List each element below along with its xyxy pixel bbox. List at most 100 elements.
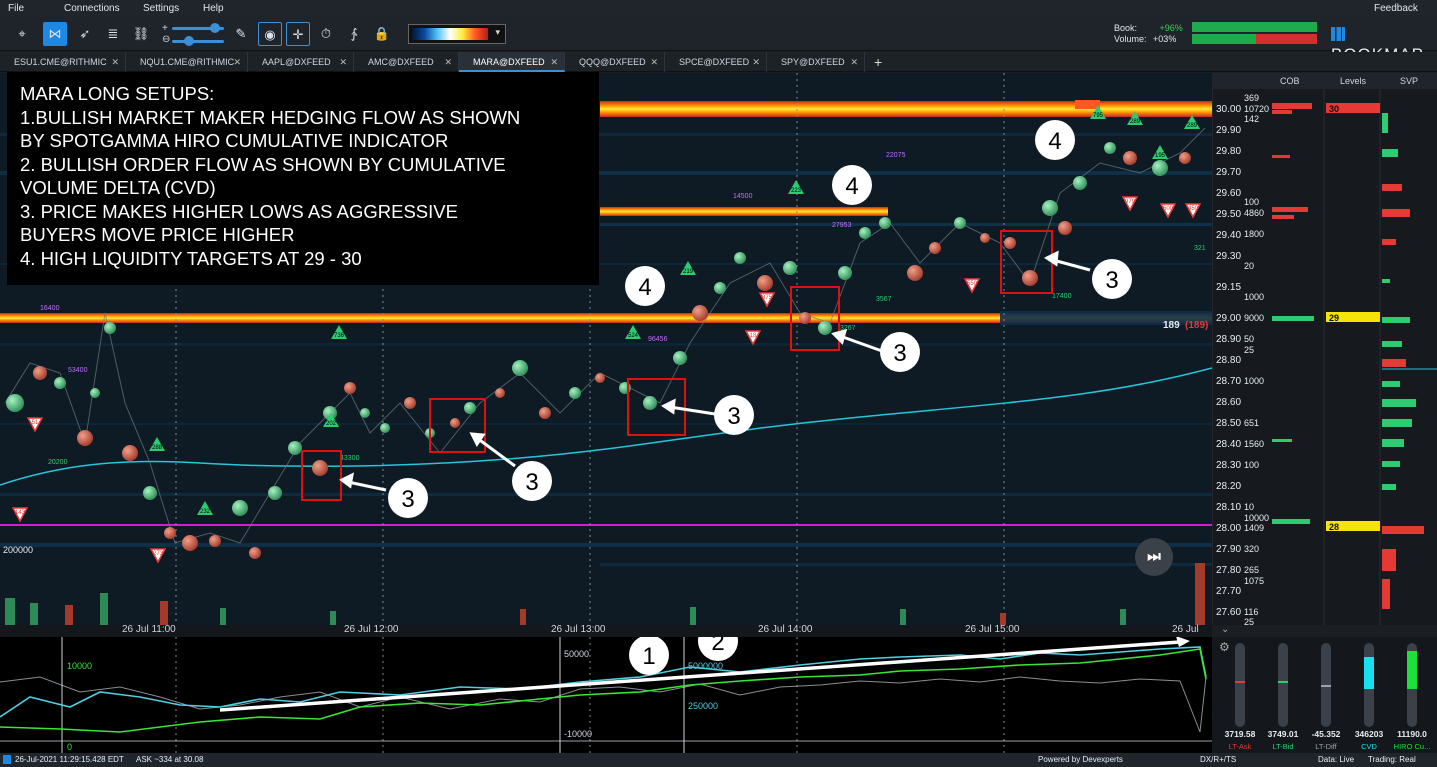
- callout-1: 1: [642, 643, 655, 670]
- cob-bars: [1272, 103, 1314, 524]
- svg-text:28.40: 28.40: [1216, 439, 1241, 450]
- share-icon[interactable]: ⋈: [43, 22, 67, 46]
- indicator-panel[interactable]: 10000 0 50000 -10000 5000000 250000 1 2: [0, 637, 1212, 753]
- level-tags: 30 29 28: [1326, 103, 1380, 532]
- time-tick: 26 Jul 12:00: [344, 624, 399, 635]
- callout-4: 4: [845, 173, 858, 200]
- tab-mara[interactable]: MARA@DXFEED ✕: [459, 52, 565, 72]
- layers-icon[interactable]: ≣: [101, 22, 125, 46]
- svg-text:51: 51: [32, 420, 39, 426]
- big-lot-label: 3567: [876, 296, 892, 303]
- svg-text:289: 289: [1130, 119, 1141, 125]
- volume-label: Volume:: [1114, 34, 1147, 44]
- svg-text:50000: 50000: [564, 649, 589, 659]
- indicator-labels: 10000 0 50000 -10000 5000000 250000: [67, 649, 723, 752]
- tab-nqu1[interactable]: NQU1.CME@RITHMIC ✕: [126, 52, 248, 72]
- close-icon[interactable]: ✕: [444, 52, 452, 72]
- tab-esu1[interactable]: ESU1.CME@RITHMIC ✕: [0, 52, 126, 72]
- svg-text:28.80: 28.80: [1216, 355, 1241, 366]
- tab-label: AAPL@DXFEED: [262, 57, 331, 67]
- svg-text:500: 500: [1163, 206, 1174, 212]
- menu-file[interactable]: File: [8, 3, 24, 14]
- callout-3: 3: [525, 469, 538, 496]
- svg-text:50: 50: [1244, 334, 1254, 344]
- pencil-icon[interactable]: ✎: [229, 22, 253, 46]
- callout-4: 4: [638, 274, 651, 301]
- level-tag: 29: [1329, 313, 1339, 323]
- svg-text:18: 18: [750, 333, 757, 339]
- svg-text:25: 25: [1244, 617, 1254, 625]
- tab-amc[interactable]: AMC@DXFEED ✕: [354, 52, 459, 72]
- add-tab-button[interactable]: +: [874, 52, 882, 72]
- tab-label: QQQ@DXFEED: [579, 57, 646, 67]
- link-icon[interactable]: ⛓: [129, 22, 153, 46]
- svg-text:28.00: 28.00: [1216, 523, 1241, 534]
- trend-arrow: [219, 640, 1181, 712]
- gauge-label: HIRO Cu...: [1393, 742, 1431, 751]
- level-tag: 28: [1329, 522, 1339, 532]
- menu-help[interactable]: Help: [203, 3, 224, 14]
- rocket-icon[interactable]: ➶: [73, 22, 97, 46]
- gauge-lt-diff: [1321, 643, 1331, 727]
- svg-text:28.20: 28.20: [1216, 481, 1241, 492]
- current-price-label: 189: [1163, 320, 1180, 331]
- menu-feedback[interactable]: Feedback: [1374, 3, 1418, 14]
- plus-icon: +: [162, 23, 168, 34]
- status-trading: Trading: Real: [1368, 755, 1416, 764]
- menu-settings[interactable]: Settings: [143, 3, 179, 14]
- close-icon[interactable]: ✕: [550, 52, 558, 72]
- gauge-value: 346203: [1354, 729, 1384, 739]
- indicator-svg: 10000 0 50000 -10000 5000000 250000 1 2: [0, 637, 1212, 753]
- cob-header: COB: [1280, 76, 1300, 86]
- tab-label: SPY@DXFEED: [781, 57, 845, 67]
- big-lot-label: 43300: [340, 455, 360, 462]
- tab-aapl[interactable]: AAPL@DXFEED ✕: [248, 52, 354, 72]
- heatmap-gradient-select[interactable]: ▾: [408, 24, 506, 44]
- tab-qqq[interactable]: QQQ@DXFEED ✕: [565, 52, 665, 72]
- svg-text:289: 289: [1187, 123, 1198, 129]
- tab-label: MARA@DXFEED: [473, 57, 545, 67]
- price-axis: 30.00 29.90 29.80 29.70 29.60 29.50 29.40 29.…: [1216, 104, 1241, 618]
- timer-icon[interactable]: ⏱: [314, 22, 338, 46]
- close-icon[interactable]: ✕: [850, 52, 858, 72]
- svp-header: SVP: [1400, 76, 1419, 86]
- bubble-icon[interactable]: ◉: [258, 22, 282, 46]
- svg-text:28.30: 28.30: [1216, 460, 1241, 471]
- svg-text:116: 116: [1244, 607, 1258, 617]
- close-icon[interactable]: ✕: [339, 52, 347, 72]
- status-feed: DX/R+/TS: [1200, 755, 1237, 764]
- chevron-down-icon[interactable]: ⌄: [1221, 624, 1229, 635]
- menu-connections[interactable]: Connections: [64, 3, 120, 14]
- toolbar: ⌖ ⋈ ➶ ≣ ⛓ + ⊖ ✎ ◉ ✛ ⏱ ∱ 🔒 ▾ Book: +96% V…: [0, 17, 1437, 64]
- svg-text:288: 288: [152, 445, 163, 451]
- level-tag: 30: [1329, 104, 1339, 114]
- close-icon[interactable]: ✕: [111, 52, 119, 72]
- big-lot-label: 22075: [886, 152, 906, 159]
- crosshair-mode-icon[interactable]: ✛: [286, 22, 310, 46]
- svg-text:1560: 1560: [1244, 439, 1264, 449]
- big-lot-label: 17400: [1052, 293, 1072, 300]
- go-live-button[interactable]: ⏭: [1135, 538, 1173, 576]
- gear-icon[interactable]: ⚙: [1219, 640, 1230, 654]
- indicator-icon[interactable]: ∱: [342, 22, 366, 46]
- svg-text:29.15: 29.15: [1216, 282, 1241, 293]
- close-icon[interactable]: ✕: [650, 52, 658, 72]
- big-lot-label: 321: [1194, 245, 1206, 252]
- tab-spce[interactable]: SPCE@DXFEED ✕: [665, 52, 767, 72]
- time-tick: 26 Jul 13:00: [551, 624, 606, 635]
- gradient-bar: [412, 28, 488, 40]
- big-lot-label: 14500: [733, 193, 753, 200]
- lock-icon[interactable]: 🔒: [370, 22, 394, 46]
- tab-label: ESU1.CME@RITHMIC: [14, 57, 107, 67]
- crosshair-icon[interactable]: ⌖: [10, 22, 34, 46]
- svg-text:202: 202: [326, 421, 337, 427]
- tab-spy[interactable]: SPY@DXFEED ✕: [767, 52, 865, 72]
- instrument-tabs: ESU1.CME@RITHMIC ✕ NQU1.CME@RITHMIC ✕ AAPL…: [0, 52, 1437, 72]
- bookmap-logo-icon: [1331, 27, 1345, 41]
- close-icon[interactable]: ✕: [752, 52, 760, 72]
- big-lot-label: 200000: [3, 545, 33, 555]
- svg-text:9000: 9000: [1244, 313, 1264, 323]
- close-icon[interactable]: ✕: [233, 52, 241, 72]
- gauge-hiro: [1407, 643, 1417, 727]
- callout-3: 3: [401, 486, 414, 513]
